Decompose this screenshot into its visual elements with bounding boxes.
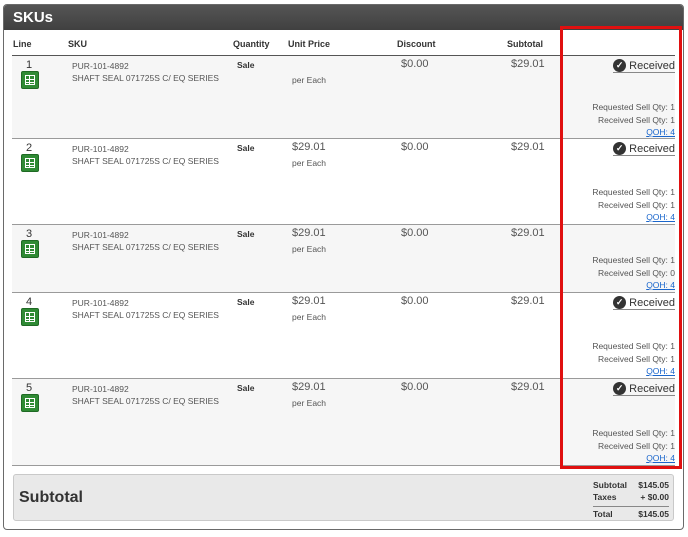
sku-code: PUR-101-4892 bbox=[72, 144, 129, 154]
status-divider bbox=[613, 309, 675, 310]
sku-description: SHAFT SEAL 071725S C/ EQ SERIES bbox=[72, 310, 219, 320]
received-qty: Received Sell Qty: 1 bbox=[597, 440, 675, 451]
spreadsheet-icon[interactable] bbox=[21, 394, 39, 412]
quantity-type: Sale bbox=[237, 229, 255, 239]
check-circle-icon: ✓ bbox=[613, 382, 627, 395]
totals-box: Subtotal $145.05 Taxes + $0.00 Total $145.0… bbox=[593, 480, 669, 521]
requested-qty: Requested Sell Qty: 1 bbox=[592, 341, 675, 351]
line-subtotal: $29.01 bbox=[511, 227, 545, 239]
received-qty: Received Sell Qty: 0 bbox=[597, 267, 675, 278]
line-number: 5 bbox=[26, 382, 33, 394]
spreadsheet-icon[interactable] bbox=[21, 154, 39, 172]
sku-code: PUR-101-4892 bbox=[72, 61, 129, 71]
spreadsheet-icon[interactable] bbox=[21, 71, 39, 89]
received-status: ✓ Received bbox=[613, 142, 675, 155]
line-number: 3 bbox=[26, 228, 33, 240]
discount: $0.00 bbox=[401, 295, 429, 307]
price-unit: per Each bbox=[292, 312, 327, 322]
summary-bar: Subtotal Subtotal $145.05 Taxes + $0.00 To… bbox=[13, 474, 674, 521]
check-circle-icon: ✓ bbox=[613, 142, 627, 155]
sku-code: PUR-101-4892 bbox=[72, 298, 129, 308]
status-divider bbox=[613, 72, 675, 73]
line-subtotal: $29.01 bbox=[511, 58, 545, 70]
status-divider bbox=[613, 155, 675, 156]
received-status: ✓ Received bbox=[613, 59, 675, 72]
line-subtotal: $29.01 bbox=[511, 381, 545, 393]
unit-price: $29.01 bbox=[292, 227, 326, 239]
sku-description: SHAFT SEAL 071725S C/ EQ SERIES bbox=[72, 73, 219, 83]
received-status: ✓ Received bbox=[613, 296, 675, 309]
qoh-link[interactable]: QOH: 4 bbox=[592, 126, 675, 139]
qoh-link[interactable]: QOH: 4 bbox=[592, 279, 675, 292]
requested-qty: Requested Sell Qty: 1 bbox=[592, 102, 675, 112]
line-subtotal: $29.01 bbox=[511, 141, 545, 153]
price-unit: per Each bbox=[292, 75, 327, 85]
status-divider bbox=[613, 395, 675, 396]
unit-price: $29.01 bbox=[292, 141, 326, 153]
table-row: 3 PUR-101-4892 SHAFT SEAL 071725S C/ EQ S… bbox=[12, 225, 675, 293]
check-circle-icon: ✓ bbox=[613, 59, 627, 72]
status-label: Received bbox=[629, 142, 675, 155]
received-qty: Received Sell Qty: 1 bbox=[597, 353, 675, 364]
price-unit: per Each bbox=[292, 244, 327, 254]
discount: $0.00 bbox=[401, 141, 429, 153]
summary-title: Subtotal bbox=[19, 489, 83, 506]
sku-code: PUR-101-4892 bbox=[72, 384, 129, 394]
line-number: 4 bbox=[26, 296, 33, 308]
spreadsheet-icon[interactable] bbox=[21, 308, 39, 326]
quantity-type: Sale bbox=[237, 383, 255, 393]
table-row: 1 PUR-101-4892 SHAFT SEAL 071725S C/ EQ S… bbox=[12, 56, 675, 139]
unit-price: $29.01 bbox=[292, 381, 326, 393]
sku-description: SHAFT SEAL 071725S C/ EQ SERIES bbox=[72, 242, 219, 252]
taxes-value: + $0.00 bbox=[640, 491, 669, 502]
qoh-link[interactable]: QOH: 4 bbox=[592, 365, 675, 378]
table-row: 5 PUR-101-4892 SHAFT SEAL 071725S C/ EQ S… bbox=[12, 379, 675, 466]
line-number: 2 bbox=[26, 142, 33, 154]
spreadsheet-icon[interactable] bbox=[21, 240, 39, 258]
requested-qty: Requested Sell Qty: 1 bbox=[592, 255, 675, 265]
qoh-link[interactable]: QOH: 4 bbox=[592, 452, 675, 465]
table-row: 4 PUR-101-4892 SHAFT SEAL 071725S C/ EQ S… bbox=[12, 293, 675, 379]
sku-description: SHAFT SEAL 071725S C/ EQ SERIES bbox=[72, 156, 219, 166]
total-label: Total bbox=[593, 509, 613, 519]
subtotal-label: Subtotal bbox=[593, 480, 627, 490]
requested-qty: Requested Sell Qty: 1 bbox=[592, 428, 675, 438]
status-label: Received bbox=[629, 382, 675, 395]
discount: $0.00 bbox=[401, 58, 429, 70]
discount: $0.00 bbox=[401, 227, 429, 239]
quantity-type: Sale bbox=[237, 297, 255, 307]
received-qty: Received Sell Qty: 1 bbox=[597, 114, 675, 125]
received-status: ✓ Received bbox=[613, 382, 675, 395]
quantity-type: Sale bbox=[237, 60, 255, 70]
total-value: $145.05 bbox=[638, 509, 669, 519]
line-number: 1 bbox=[26, 59, 33, 71]
status-label: Received bbox=[629, 296, 675, 309]
requested-qty: Requested Sell Qty: 1 bbox=[592, 187, 675, 197]
unit-price: $29.01 bbox=[292, 295, 326, 307]
subtotal-value: $145.05 bbox=[638, 480, 669, 490]
skus-panel: SKUs Line SKU Quantity Unit Price Discou… bbox=[3, 4, 684, 530]
qoh-link[interactable]: QOH: 4 bbox=[592, 211, 675, 224]
table-row: 2 PUR-101-4892 SHAFT SEAL 071725S C/ EQ S… bbox=[12, 139, 675, 225]
check-circle-icon: ✓ bbox=[613, 296, 627, 309]
status-label: Received bbox=[629, 59, 675, 72]
received-qty: Received Sell Qty: 1 bbox=[597, 199, 675, 210]
taxes-label: Taxes bbox=[593, 491, 617, 502]
sku-code: PUR-101-4892 bbox=[72, 230, 129, 240]
line-subtotal: $29.01 bbox=[511, 295, 545, 307]
price-unit: per Each bbox=[292, 158, 327, 168]
sku-description: SHAFT SEAL 071725S C/ EQ SERIES bbox=[72, 396, 219, 406]
quantity-type: Sale bbox=[237, 143, 255, 153]
price-unit: per Each bbox=[292, 398, 327, 408]
discount: $0.00 bbox=[401, 381, 429, 393]
panel-title: SKUs bbox=[4, 5, 683, 30]
